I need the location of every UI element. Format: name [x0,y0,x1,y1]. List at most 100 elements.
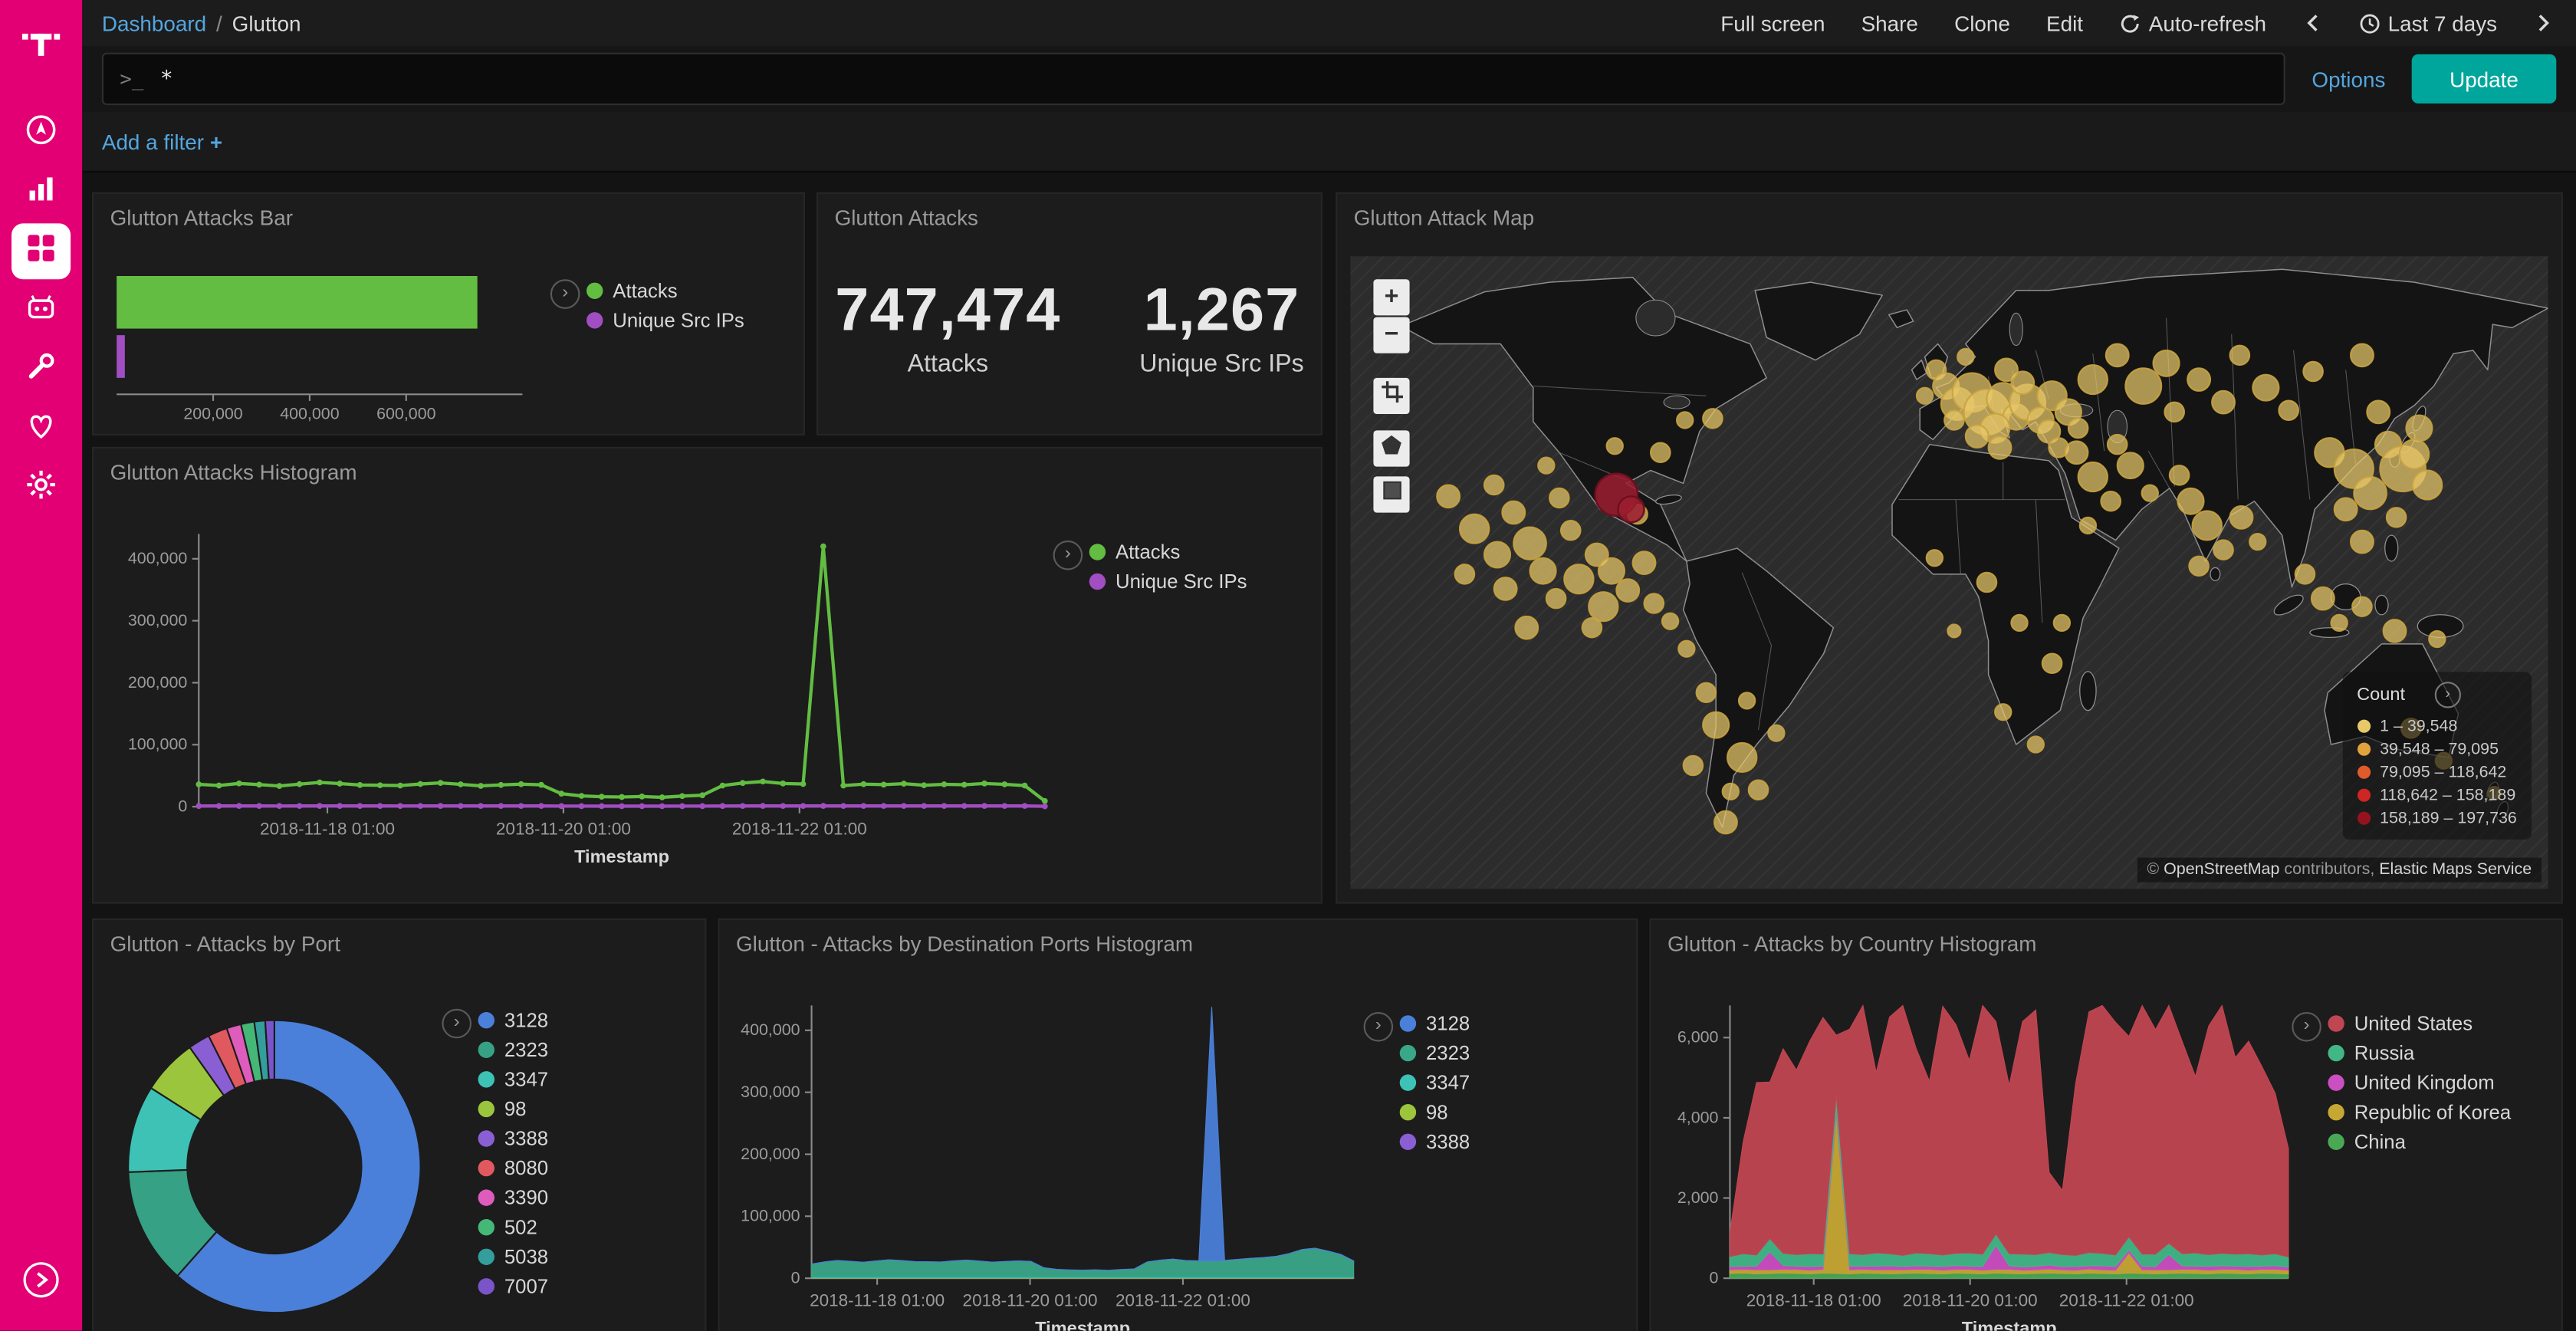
legend-item[interactable]: 3128 [478,1005,549,1035]
legend-item[interactable]: 98 [478,1094,549,1124]
sidebar-item-visualize[interactable] [12,164,71,220]
svg-text:200,000: 200,000 [183,404,242,422]
legend-toggle-arrow[interactable]: › [2435,682,2461,708]
time-range-back-button[interactable] [2302,13,2322,33]
svg-text:100,000: 100,000 [741,1207,800,1225]
polygon-tool-button[interactable] [1373,430,1409,466]
zoom-out-button[interactable]: − [1373,317,1409,353]
attacks-bar-chart[interactable]: 200,000400,000600,000 [104,250,547,431]
time-picker-button[interactable]: Last 7 days [2358,11,2497,35]
gear-icon [25,468,58,509]
legend-label: Attacks [613,279,677,302]
svg-text:200,000: 200,000 [128,673,187,692]
legend-item[interactable]: 3388 [1400,1127,1470,1157]
svg-text:2018-11-18 01:00: 2018-11-18 01:00 [260,820,395,839]
legend-item[interactable]: 3128 [1400,1009,1470,1039]
legend-item[interactable]: Unique Src IPs [586,306,744,336]
legend-item[interactable]: 8080 [478,1153,549,1183]
legend-item[interactable]: Unique Src IPs [1089,567,1247,596]
legend-item[interactable]: 3390 [478,1183,549,1213]
legend-item[interactable]: 39,548 – 79,095 [2357,738,2517,761]
legend-label: 502 [504,1216,537,1239]
legend-color-dot [586,312,603,328]
sidebar-item-dashboard[interactable] [12,223,71,279]
legend-label: 1 – 39,548 [2380,717,2457,735]
legend-item[interactable]: China [2328,1127,2511,1157]
map-legend: Count › 1 – 39,54839,548 – 79,09579,095 … [2342,672,2532,840]
sidebar-item-devtools[interactable] [12,342,71,398]
sidebar-item-discover[interactable] [12,105,71,161]
legend-item[interactable]: United States [2328,1009,2511,1039]
legend-item[interactable]: Attacks [1089,537,1247,567]
sidebar-collapse-toggle[interactable] [12,1255,71,1311]
breadcrumb-dashboard-link[interactable]: Dashboard [102,11,206,35]
legend-item[interactable]: 158,189 – 197,736 [2357,807,2517,830]
legend-item[interactable]: 1 – 39,548 [2357,715,2517,738]
crop-tool-button[interactable] [1373,378,1409,414]
legend-label: United States [2354,1012,2472,1035]
query-input[interactable] [157,65,2268,93]
legend-item[interactable]: United Kingdom [2328,1068,2511,1098]
add-filter-button[interactable]: Add a filter + [102,129,222,153]
legend-item[interactable]: 2323 [478,1035,549,1065]
legend-item[interactable]: Attacks [586,276,744,306]
sidebar [0,0,82,1331]
share-button[interactable]: Share [1861,11,1918,35]
osm-link[interactable]: OpenStreetMap [2164,861,2279,879]
svg-text:2,000: 2,000 [1677,1188,1719,1207]
panel-attacks-by-port: Glutton - Attacks by Port › 312823233347… [92,919,706,1331]
legend-color-dot [2357,766,2370,779]
legend-toggle-arrow[interactable]: › [1364,1012,1394,1042]
time-range-forward-button[interactable] [2533,13,2553,33]
rectangle-icon [1381,480,1402,510]
clone-button[interactable]: Clone [1954,11,2010,35]
legend-toggle-arrow[interactable]: › [2292,1012,2321,1042]
dashboard-grid-icon [25,231,58,272]
legend-color-dot [478,1219,495,1235]
sidebar-item-monitoring[interactable] [12,401,71,457]
legend-item[interactable]: 2323 [1400,1038,1470,1068]
legend-item[interactable]: 3347 [478,1065,549,1095]
legend-label: 39,548 – 79,095 [2380,740,2499,758]
legend-item[interactable]: 502 [478,1212,549,1242]
legend-item[interactable]: 98 [1400,1097,1470,1127]
legend-toggle-arrow[interactable]: › [550,279,580,309]
clock-icon [2358,12,2380,34]
zoom-in-button[interactable]: + [1373,279,1409,315]
legend-toggle-arrow[interactable]: › [442,1009,472,1039]
legend-item[interactable]: 7007 [478,1272,549,1302]
sidebar-item-apm[interactable] [12,283,71,339]
ems-link[interactable]: Elastic Maps Service [2379,861,2532,879]
edit-button[interactable]: Edit [2046,11,2083,35]
port-donut-chart[interactable] [100,986,449,1331]
heartbeat-icon [25,409,58,450]
country-chart[interactable]: 6,0004,0002,00002018-11-18 01:002018-11-… [1661,986,2318,1331]
legend-item[interactable]: Russia [2328,1038,2511,1068]
query-options-link[interactable]: Options [2312,67,2385,91]
legend-item[interactable]: Republic of Korea [2328,1097,2511,1127]
legend-color-dot [1400,1134,1416,1150]
svg-text:0: 0 [1710,1269,1719,1287]
panel-attack-map: Glutton Attack Map + − [1336,192,2563,904]
attack-map[interactable]: + − [1350,256,2548,889]
legend-item[interactable]: 3388 [478,1124,549,1154]
legend-color-dot [1089,573,1106,590]
legend-item[interactable]: 79,095 – 118,642 [2357,761,2517,784]
dest-ports-chart[interactable]: 400,000300,000200,000100,00002018-11-18 … [729,986,1373,1331]
full-screen-button[interactable]: Full screen [1720,11,1825,35]
sidebar-item-management[interactable] [12,460,71,516]
attacks-histogram-chart[interactable]: 400,000300,000200,000100,00002018-11-18 … [104,514,1089,884]
polygon-icon [1380,433,1403,465]
plus-icon: + [210,129,222,153]
legend-toggle-arrow[interactable]: › [1053,541,1083,570]
legend-item[interactable]: 3347 [1400,1068,1470,1098]
legend-item[interactable]: 5038 [478,1242,549,1272]
legend-item[interactable]: 118,642 – 158,189 [2357,784,2517,807]
rectangle-tool-button[interactable] [1373,476,1409,512]
update-button[interactable]: Update [2412,54,2557,104]
auto-refresh-button[interactable]: Auto-refresh [2119,11,2266,35]
legend-color-dot [478,1249,495,1265]
legend-color-dot [2328,1134,2344,1150]
panel-attacks-metric: Glutton Attacks 747,474 Attacks 1,267 Un… [816,192,1322,435]
apm-icon [25,290,58,331]
